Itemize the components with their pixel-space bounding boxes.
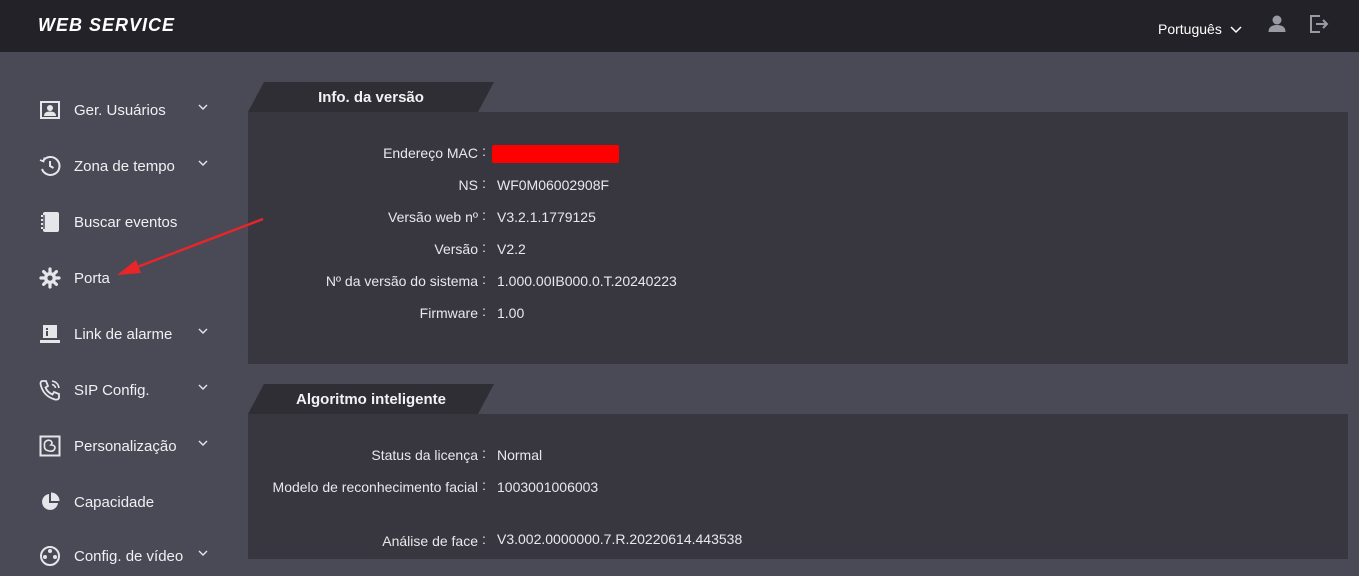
version-info-title: Info. da versão <box>318 88 424 106</box>
palette-icon <box>38 434 62 458</box>
info-row-version: Versão : V2.2 <box>248 238 1348 260</box>
sidebar: Ger. Usuários Zona de tempo Buscar event… <box>0 52 248 566</box>
sidebar-item-label: Link de alarme <box>74 325 173 343</box>
chevron-down-icon <box>198 104 208 110</box>
top-bar: WEB SERVICE Português <box>0 0 1359 52</box>
info-label: Modelo de reconhecimento facial <box>272 479 478 495</box>
phone-icon <box>38 378 62 402</box>
smart-algorithm-tab: Algoritmo inteligente <box>248 384 494 414</box>
info-value: Normal <box>497 447 543 463</box>
info-row-mac: Endereço MAC : <box>248 142 1348 164</box>
info-value: 1.000.00IB000.0.T.20240223 <box>497 273 677 289</box>
alarm-device-icon <box>38 322 62 346</box>
sidebar-item-user-management[interactable]: Ger. Usuários <box>38 90 218 130</box>
clock-history-icon <box>38 154 62 178</box>
main-content: Info. da versão Endereço MAC : NS : WF0M… <box>248 52 1359 559</box>
info-label: Nº da versão do sistema <box>325 273 478 289</box>
sidebar-item-label: SIP Config. <box>74 381 150 399</box>
sidebar-item-label: Zona de tempo <box>74 157 175 175</box>
sidebar-item-label: Config. de vídeo <box>74 547 184 565</box>
language-label: Português <box>1158 21 1222 37</box>
user-card-icon <box>38 98 62 122</box>
info-row-web-version: Versão web nº : V3.2.1.1779125 <box>248 206 1348 228</box>
info-value: 1003001006003 <box>497 479 599 495</box>
sidebar-item-search-events[interactable]: Buscar eventos <box>38 202 218 242</box>
pie-chart-icon <box>38 490 62 514</box>
info-row-system-version: Nº da versão do sistema : 1.000.00IB000.… <box>248 270 1348 292</box>
sidebar-item-door[interactable]: Porta <box>38 258 218 298</box>
language-selector[interactable]: Português <box>1158 21 1242 37</box>
info-label: Status da licença <box>371 447 478 463</box>
logout-icon[interactable] <box>1309 15 1329 33</box>
info-label: Firmware <box>419 305 478 321</box>
sidebar-item-label: Ger. Usuários <box>74 101 166 119</box>
sidebar-item-label: Porta <box>74 269 110 287</box>
info-value: V3.002.0000000.7.R.20220614.443538 <box>497 531 743 547</box>
info-value: V2.2 <box>497 241 526 257</box>
info-label: Análise de face <box>382 533 478 549</box>
notebook-icon <box>38 210 62 234</box>
info-colon: : <box>482 239 486 255</box>
chevron-down-icon <box>198 160 208 166</box>
info-colon: : <box>482 531 486 547</box>
info-row-face-analysis: Análise de face : V3.002.0000000.7.R.202… <box>248 530 1348 552</box>
gear-icon <box>38 266 62 290</box>
info-colon: : <box>482 271 486 287</box>
info-colon: : <box>482 143 486 159</box>
sidebar-item-sip-config[interactable]: SIP Config. <box>38 370 218 410</box>
smart-algorithm-title: Algoritmo inteligente <box>296 390 446 408</box>
mac-value-redacted <box>492 145 619 163</box>
sidebar-item-time-zone[interactable]: Zona de tempo <box>38 146 218 186</box>
app-title: WEB SERVICE <box>38 15 176 35</box>
info-row-serial: NS : WF0M06002908F <box>248 174 1348 196</box>
sidebar-item-label: Buscar eventos <box>74 213 178 231</box>
info-row-license-status: Status da licença : Normal <box>248 444 1348 466</box>
chevron-down-icon <box>1230 25 1242 33</box>
version-info-tab: Info. da versão <box>248 82 494 112</box>
user-icon[interactable] <box>1268 15 1286 33</box>
chevron-down-icon <box>198 384 208 390</box>
info-row-firmware: Firmware : 1.00 <box>248 302 1348 324</box>
info-colon: : <box>482 207 486 223</box>
sidebar-item-personalization[interactable]: Personalização <box>38 426 218 466</box>
info-colon: : <box>482 175 486 191</box>
chevron-down-icon <box>198 328 208 334</box>
info-value: V3.2.1.1779125 <box>497 209 596 225</box>
info-colon: : <box>482 445 486 461</box>
info-row-face-model: Modelo de reconhecimento facial : 100300… <box>248 476 1348 520</box>
info-label: Versão web nº <box>388 209 478 225</box>
sidebar-item-label: Personalização <box>74 437 177 455</box>
info-value: WF0M06002908F <box>497 177 610 193</box>
info-label: Endereço MAC <box>383 145 478 161</box>
video-icon <box>38 544 62 568</box>
sidebar-item-alarm-link[interactable]: Link de alarme <box>38 314 218 354</box>
sidebar-item-label: Capacidade <box>74 493 155 511</box>
info-label: Versão <box>434 241 478 257</box>
sidebar-item-video-config[interactable]: Config. de vídeo <box>38 536 218 576</box>
chevron-down-icon <box>198 550 208 556</box>
info-value: 1.00 <box>497 305 525 321</box>
version-info-panel: Endereço MAC : NS : WF0M06002908F Versão… <box>248 112 1348 364</box>
chevron-down-icon <box>198 440 208 446</box>
smart-algorithm-panel: Status da licença : Normal Modelo de rec… <box>248 414 1348 559</box>
sidebar-item-capacity[interactable]: Capacidade <box>38 482 218 522</box>
info-colon: : <box>482 477 486 493</box>
info-colon: : <box>482 303 486 319</box>
info-label: NS <box>458 177 478 193</box>
